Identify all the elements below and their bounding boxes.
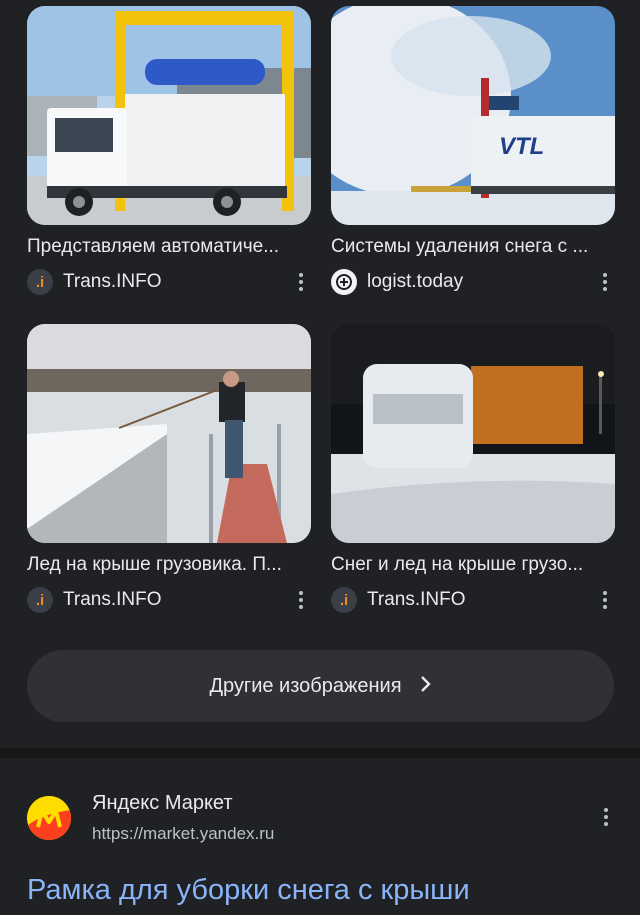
image-source[interactable]: Trans.INFO	[63, 589, 291, 611]
more-options-icon[interactable]	[595, 591, 615, 609]
roof-ice-image	[27, 324, 311, 543]
more-options-icon[interactable]	[596, 808, 616, 826]
image-source[interactable]: Trans.INFO	[367, 589, 595, 611]
more-options-icon[interactable]	[291, 591, 311, 609]
yandex-market-logo	[27, 796, 71, 840]
image-thumbnail[interactable]	[331, 324, 615, 543]
image-title[interactable]: Системы удаления снега с ...	[331, 235, 615, 259]
site-url[interactable]: https://market.yandex.ru	[92, 824, 274, 844]
more-options-icon[interactable]	[291, 273, 311, 291]
logist-today-icon	[331, 269, 357, 295]
site-name[interactable]: Яндекс Маркет	[92, 792, 233, 815]
trans-info-icon: .i	[27, 587, 53, 613]
trans-info-icon: .i	[331, 587, 357, 613]
svg-text:VTL: VTL	[499, 133, 544, 160]
snow-blower-image: VTL	[331, 6, 615, 225]
image-title[interactable]: Представляем автоматиче...	[27, 235, 311, 259]
more-images-label: Другие изображения	[209, 674, 402, 697]
image-title[interactable]: Лед на крыше грузовика. П...	[27, 553, 311, 577]
more-images-button[interactable]: Другие изображения	[27, 650, 614, 722]
image-title[interactable]: Снег и лед на крыше грузо...	[331, 553, 615, 577]
image-result-card[interactable]: Представляем автоматиче... .i Trans.INFO	[27, 6, 311, 296]
section-divider	[0, 748, 640, 758]
image-thumbnail[interactable]	[27, 324, 311, 543]
search-result[interactable]: Яндекс Маркет https://market.yandex.ru Р…	[0, 758, 640, 915]
result-title-link[interactable]: Рамка для уборки снега с крыши	[27, 874, 470, 907]
trans-info-icon: .i	[27, 269, 53, 295]
more-options-icon[interactable]	[595, 273, 615, 291]
image-thumbnail[interactable]	[27, 6, 311, 225]
image-thumbnail[interactable]: VTL	[331, 6, 615, 225]
image-source[interactable]: logist.today	[367, 271, 595, 293]
chevron-right-icon	[420, 673, 432, 699]
image-result-card[interactable]: Лед на крыше грузовика. П... .i Trans.IN…	[27, 324, 311, 614]
image-result-card[interactable]: Снег и лед на крыше грузо... .i Trans.IN…	[331, 324, 615, 614]
truck-wash-image	[27, 6, 311, 225]
image-result-card[interactable]: VTL Системы удаления снега с ... logist.…	[331, 6, 615, 296]
image-source[interactable]: Trans.INFO	[63, 271, 291, 293]
snowy-truck-image	[331, 324, 615, 543]
